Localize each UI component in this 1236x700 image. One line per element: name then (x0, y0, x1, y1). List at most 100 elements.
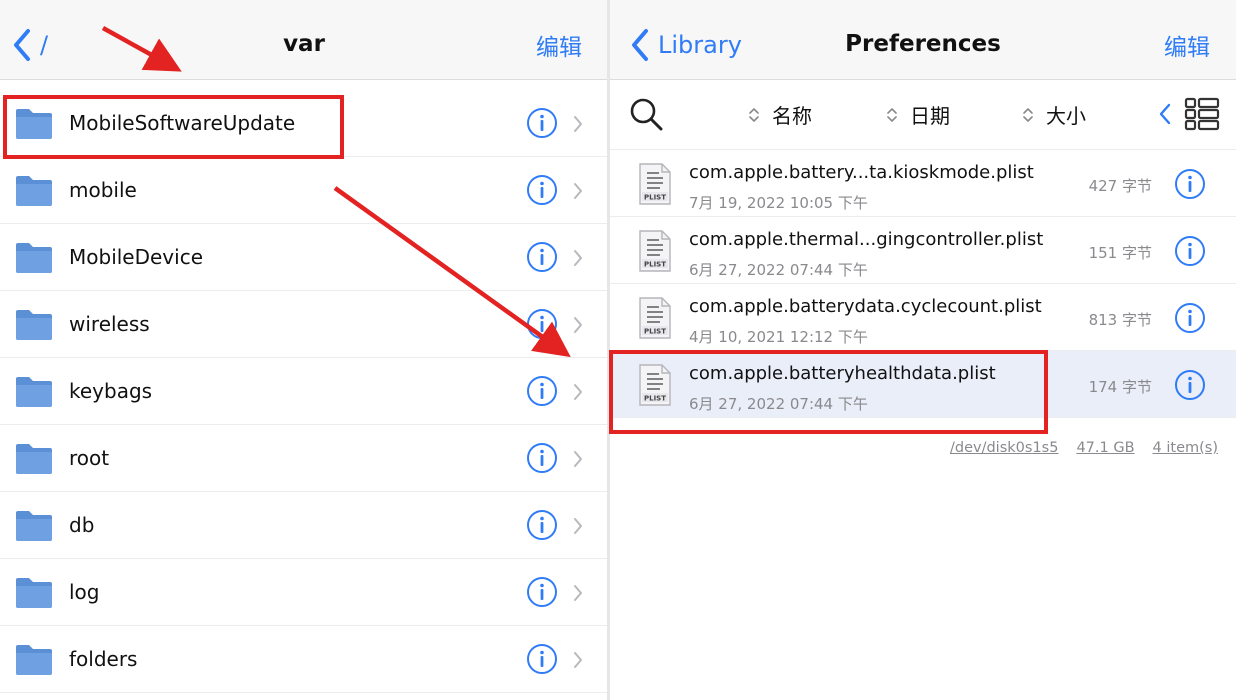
folder-row[interactable]: MobileDevice (0, 224, 608, 291)
plist-file-icon: PLIST (639, 364, 671, 406)
plist-file-icon: PLIST (639, 230, 671, 272)
folder-icon (16, 109, 52, 139)
folder-row[interactable]: folders (0, 626, 608, 693)
chevron-left-icon (632, 29, 648, 61)
file-row[interactable]: PLIST com.apple.thermal...gingcontroller.… (610, 217, 1236, 284)
disk-path[interactable]: /dev/disk0s1s5 (950, 440, 1058, 456)
chevron-right-icon (574, 652, 582, 668)
folder-name: db (69, 513, 95, 537)
svg-text:PLIST: PLIST (644, 194, 666, 202)
info-icon[interactable] (526, 442, 558, 474)
sort-updown-icon (887, 107, 897, 122)
folder-row[interactable]: log (0, 559, 608, 626)
file-row[interactable]: PLIST com.apple.battery...ta.kioskmode.pl… (610, 150, 1236, 217)
sort-by-date-button[interactable]: 日期 (886, 100, 950, 129)
item-count[interactable]: 4 item(s) (1153, 440, 1218, 456)
file-date: 4月 10, 2021 12:12 下午 (689, 328, 868, 346)
folder-row[interactable]: root (0, 425, 608, 492)
info-icon[interactable] (526, 308, 558, 340)
folder-name: MobileDevice (69, 245, 204, 269)
search-icon[interactable] (628, 96, 664, 132)
folder-row[interactable]: keybags (0, 358, 608, 425)
grid-view-icon[interactable] (1184, 96, 1220, 132)
info-icon[interactable] (1174, 235, 1206, 267)
plist-file-icon: PLIST (639, 297, 671, 339)
info-icon[interactable] (526, 509, 558, 541)
left-edit-button[interactable]: 编辑 (536, 28, 582, 62)
file-size: 174 字节 (1088, 378, 1152, 396)
file-name: com.apple.thermal...gingcontroller.plist (689, 229, 1044, 250)
folder-name: mobile (69, 178, 137, 202)
file-size: 427 字节 (1088, 177, 1152, 195)
chevron-right-icon (574, 518, 582, 534)
left-pane: var / 编辑 MobileSoftwareUpdate mobile Mobil… (0, 0, 608, 700)
chevron-right-icon (574, 250, 582, 266)
right-back-label: Library (658, 31, 742, 59)
sort-toolbar: 名称 日期 大小 (610, 80, 1236, 150)
chevron-right-icon (574, 451, 582, 467)
chevron-right-icon (574, 384, 582, 400)
sort-size-label: 大小 (1046, 104, 1086, 128)
folder-icon (16, 243, 52, 273)
info-icon[interactable] (526, 643, 558, 675)
chevron-right-icon (574, 317, 582, 333)
folder-icon (16, 578, 52, 608)
right-edit-button[interactable]: 编辑 (1164, 28, 1210, 62)
chevron-right-icon (574, 183, 582, 199)
file-row[interactable]: PLIST com.apple.batterydata.cyclecount.pl… (610, 284, 1236, 351)
info-icon[interactable] (526, 576, 558, 608)
left-back-label: / (40, 31, 49, 59)
sort-updown-icon (749, 107, 759, 122)
file-name: com.apple.batteryhealthdata.plist (689, 363, 996, 384)
file-row[interactable]: PLIST com.apple.batteryhealthdata.plist 6月… (610, 351, 1236, 418)
sort-by-size-button[interactable]: 大小 (1022, 100, 1086, 129)
folder-icon (16, 444, 52, 474)
file-name: com.apple.batterydata.cyclecount.plist (689, 296, 1042, 317)
sort-name-label: 名称 (772, 104, 812, 128)
info-icon[interactable] (1174, 369, 1206, 401)
info-icon[interactable] (1174, 302, 1206, 334)
folder-icon (16, 310, 52, 340)
plist-file-icon: PLIST (639, 163, 671, 205)
file-size: 813 字节 (1088, 311, 1152, 329)
info-icon[interactable] (526, 174, 558, 206)
sort-updown-icon (1023, 107, 1033, 122)
folder-icon (16, 645, 52, 675)
folder-icon (16, 377, 52, 407)
svg-text:PLIST: PLIST (644, 395, 666, 403)
file-size: 151 字节 (1088, 244, 1152, 262)
file-list: PLIST com.apple.battery...ta.kioskmode.pl… (610, 150, 1236, 418)
info-icon[interactable] (526, 375, 558, 407)
folder-name: wireless (69, 312, 150, 336)
info-icon[interactable] (526, 107, 558, 139)
folder-row[interactable]: mobile (0, 157, 608, 224)
folder-name: keybags (69, 379, 153, 403)
svg-text:PLIST: PLIST (644, 261, 666, 269)
left-navbar (0, 0, 608, 80)
chevron-right-icon (574, 585, 582, 601)
svg-text:PLIST: PLIST (644, 328, 666, 336)
sort-date-label: 日期 (910, 104, 950, 128)
folder-name: folders (69, 647, 138, 671)
folder-row[interactable]: wireless (0, 291, 608, 358)
right-pane: Preferences Library 编辑 名称 日期 大小 PLIST co… (610, 0, 1236, 700)
folder-row[interactable]: MobileSoftwareUpdate (0, 90, 608, 157)
sort-by-name-button[interactable]: 名称 (748, 100, 812, 129)
file-date: 7月 19, 2022 10:05 下午 (689, 194, 868, 212)
folder-icon (16, 511, 52, 541)
disk-capacity[interactable]: 47.1 GB (1076, 440, 1134, 456)
file-date: 6月 27, 2022 07:44 下午 (689, 395, 868, 413)
chevron-right-icon (574, 116, 582, 132)
folder-row[interactable]: db (0, 492, 608, 559)
right-back-button[interactable]: Library (630, 26, 742, 64)
left-back-button[interactable]: / (12, 26, 48, 64)
folder-name: log (69, 580, 100, 604)
storage-footer: /dev/disk0s1s5 47.1 GB 4 item(s) (950, 440, 1218, 456)
info-icon[interactable] (1174, 168, 1206, 200)
file-name: com.apple.battery...ta.kioskmode.plist (689, 162, 1034, 183)
info-icon[interactable] (526, 241, 558, 273)
folder-list: MobileSoftwareUpdate mobile MobileDevice wi… (0, 90, 608, 693)
chevron-left-icon (14, 29, 30, 61)
collapse-chevron-icon[interactable] (1158, 102, 1172, 126)
file-date: 6月 27, 2022 07:44 下午 (689, 261, 868, 279)
